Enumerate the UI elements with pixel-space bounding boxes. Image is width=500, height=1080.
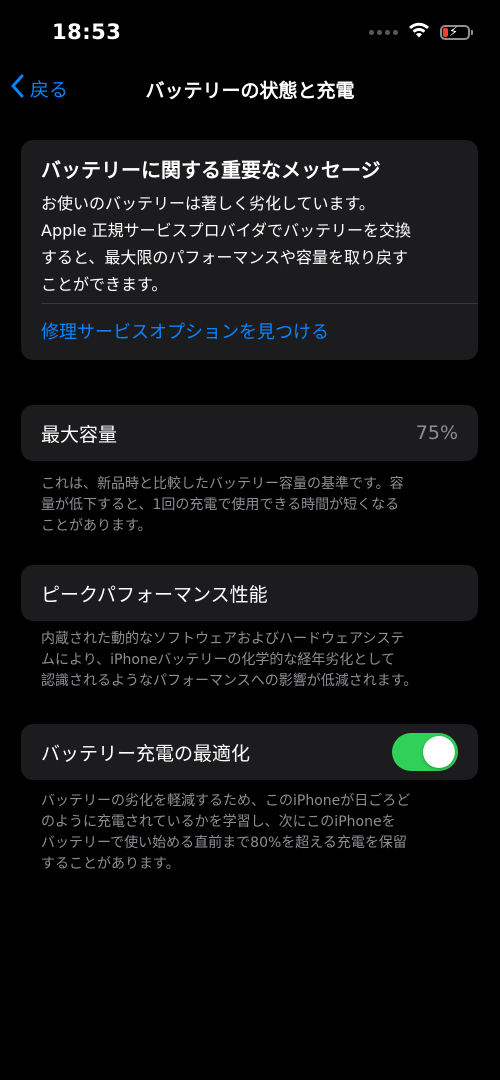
footnote-line: ことがあります。 [41,518,152,534]
message-line: すると、最大限のパフォーマンスや容量を取り戻す [41,248,409,267]
divider [41,303,478,304]
status-bar: 18:53 ⚡ [0,0,500,66]
footnote-line: のように充電されているかを学習し、次にこのiPhoneを [41,814,396,830]
message-line: ことができます。 [41,275,168,294]
footnote-line: バッテリーの劣化を軽減するため、このiPhoneが日ごろど [41,793,411,809]
charging-bolt-icon: ⚡ [449,24,459,40]
battery-level [443,27,448,37]
peak-performance-row: ピークパフォーマンス性能 [21,565,478,621]
footnote-line: ムにより、iPhoneバッテリーの化学的な経年劣化として [41,652,395,668]
peak-performance-footnote: 内蔵された動的なソフトウェアおよびハードウェアシステ ムにより、iPhoneバッ… [41,629,461,692]
peak-performance-label: ピークパフォーマンス性能 [41,583,268,606]
optimized-charging-label: バッテリー充電の最適化 [41,742,251,765]
footnote-line: 内蔵された動的なソフトウェアおよびハードウェアシステ [41,631,405,647]
optimized-charging-toggle[interactable] [392,733,458,771]
maximum-capacity-label: 最大容量 [41,423,118,446]
status-time: 18:53 [52,20,122,44]
message-line: お使いのバッテリーは著しく劣化しています。 [41,194,375,213]
optimized-charging-row: バッテリー充電の最適化 [21,724,478,780]
footnote-line: 認識されるようなパフォーマンスへの影響が低減されます。 [41,673,418,689]
cellular-signal-icon [369,29,398,35]
maximum-capacity-row: 最大容量 75% [21,405,478,461]
toggle-knob [423,736,455,768]
optimized-charging-footnote: バッテリーの劣化を軽減するため、このiPhoneが日ごろど のように充電されてい… [41,791,461,875]
maximum-capacity-value: 75% [415,422,458,444]
footnote-line: 量が低下すると、1回の充電で使用できる時間が短くなる [41,497,400,513]
status-indicators: ⚡ [369,22,473,42]
maximum-capacity-footnote: これは、新品時と比較したバッテリー容量の基準です。容 量が低下すると、1回の充電… [41,474,461,537]
battery-icon: ⚡ [440,24,473,40]
footnote-line: することがあります。 [41,856,180,872]
wifi-icon [408,22,430,42]
footnote-line: バッテリーで使い始める直前まで80%を超える充電を保留 [41,835,407,851]
message-body: お使いのバッテリーは著しく劣化しています。 Apple 正規サービスプロバイダで… [41,190,461,298]
find-repair-options-link[interactable]: 修理サービスオプションを見つける [41,318,329,344]
message-line: Apple 正規サービスプロバイダでバッテリーを交換 [41,221,411,240]
footnote-line: これは、新品時と比較したバッテリー容量の基準です。容 [41,476,404,492]
navigation-bar: 戻る バッテリーの状態と充電 [0,66,500,112]
important-message-card: バッテリーに関する重要なメッセージ お使いのバッテリーは著しく劣化しています。 … [21,140,478,360]
message-title: バッテリーに関する重要なメッセージ [41,158,381,182]
page-title: バッテリーの状態と充電 [145,80,355,102]
